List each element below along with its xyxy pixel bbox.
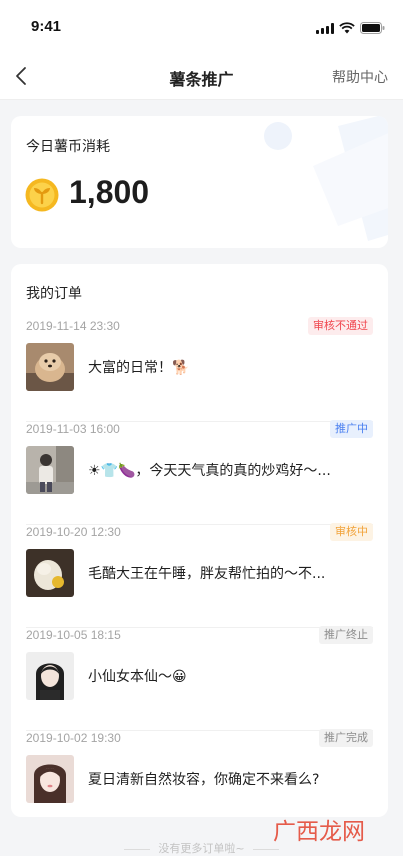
battery-icon <box>360 22 385 34</box>
decorative-background-shape <box>264 116 388 241</box>
help-center-link[interactable]: 帮助中心 <box>332 67 388 87</box>
order-text: 毛酷大王在午睡，胖友帮忙拍的～不... <box>88 566 326 582</box>
coin-card-title: 今日薯币消耗 <box>26 139 110 155</box>
order-date: 2019-10-20 12:30 <box>26 525 121 539</box>
order-thumbnail <box>26 549 74 597</box>
order-item[interactable]: 2019-11-14 23:30 审核不通过 大富的日常！🐕 <box>26 317 373 422</box>
status-badge: 推广完成 <box>319 729 373 747</box>
order-date: 2019-11-03 16:00 <box>26 422 120 436</box>
order-thumbnail <box>26 446 74 494</box>
order-date: 2019-11-14 23:30 <box>26 319 120 333</box>
order-text: 大富的日常！🐕 <box>88 360 190 376</box>
status-badge: 审核中 <box>330 523 373 541</box>
order-thumbnail <box>26 755 74 803</box>
order-text: 夏日清新自然妆容，你确定不来看么? <box>88 772 320 788</box>
order-item[interactable]: 2019-10-02 19:30 推广完成 夏日清新自然妆容，你确定不来看么? <box>26 729 373 811</box>
watermark: 广西龙网 <box>273 819 365 845</box>
status-badge: 推广中 <box>330 420 373 438</box>
coin-icon <box>25 178 59 212</box>
status-bar: 9:41 <box>0 0 403 52</box>
order-item[interactable]: 2019-10-20 12:30 审核中 毛酷大王在午睡，胖友帮忙拍的～不... <box>26 523 373 628</box>
order-thumbnail <box>26 652 74 700</box>
end-of-list-text: 没有更多订单啦~ <box>158 842 245 855</box>
wifi-icon <box>339 22 355 34</box>
order-date: 2019-10-02 19:30 <box>26 731 121 745</box>
divider <box>252 848 279 850</box>
order-date: 2019-10-05 18:15 <box>26 628 121 642</box>
orders-card: 我的订单 2019-11-14 23:30 审核不通过 大富的日常！🐕 2019… <box>11 264 388 817</box>
status-badge: 审核不通过 <box>308 317 373 335</box>
status-badge: 推广终止 <box>319 626 373 644</box>
order-text: ☀👕🍆，今天天气真的真的炒鸡好～... <box>88 463 331 479</box>
status-time: 9:41 <box>31 18 62 35</box>
order-item[interactable]: 2019-10-05 18:15 推广终止 小仙女本仙～😀 <box>26 626 373 731</box>
order-item[interactable]: 2019-11-03 16:00 推广中 ☀👕🍆，今天天气真的真的炒鸡好～... <box>26 420 373 525</box>
coin-amount: 1,800 <box>69 174 150 210</box>
order-text: 小仙女本仙～😀 <box>88 669 187 685</box>
coin-consumption-card: 今日薯币消耗 1,800 <box>11 116 388 248</box>
order-thumbnail <box>26 343 74 391</box>
cellular-signal-icon <box>316 22 334 34</box>
divider <box>124 848 151 850</box>
navigation-bar: 薯条推广 帮助中心 <box>0 52 403 100</box>
status-icons <box>316 21 385 35</box>
orders-title: 我的订单 <box>26 286 82 302</box>
